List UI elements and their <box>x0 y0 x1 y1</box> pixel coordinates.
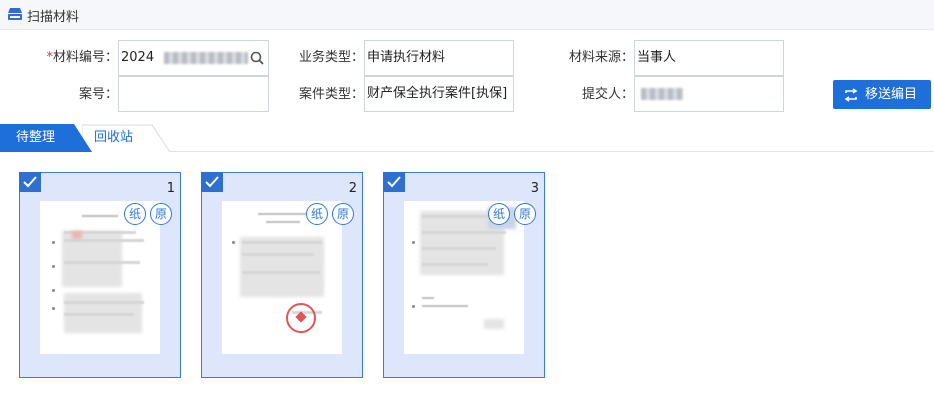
paper-badge: 纸 <box>306 203 328 225</box>
material-no-field[interactable]: 2024 <box>118 40 269 76</box>
tab-pending-label: 待整理 <box>16 130 56 145</box>
title-bar: 扫描材料 <box>0 0 934 30</box>
redacted-text <box>641 87 683 100</box>
case-no-field[interactable] <box>118 76 269 112</box>
material-no-label: *材料编号： <box>46 50 118 65</box>
page-number: 2 <box>348 181 357 196</box>
redacted-text <box>164 51 249 64</box>
page-title: 扫描材料 <box>27 10 80 25</box>
business-type-field[interactable]: 申请执行材料 <box>364 40 514 76</box>
page-thumbnail <box>40 201 160 354</box>
case-type-field[interactable]: 财产保全执行案件[执保] <box>364 76 514 112</box>
swap-arrows-icon <box>844 88 858 102</box>
material-no-value: 2024 <box>121 50 155 65</box>
search-icon[interactable] <box>250 51 264 65</box>
source-label: 材料来源： <box>568 50 634 65</box>
page-card[interactable]: 1 纸 原 <box>19 172 181 378</box>
page-checkbox[interactable] <box>201 172 223 192</box>
page-number: 1 <box>166 181 175 196</box>
checkmark-icon <box>387 176 401 188</box>
case-no-label: 案号： <box>78 87 118 102</box>
tab-bar: 回收站 待整理 <box>0 124 934 152</box>
paper-badge: 纸 <box>488 203 510 225</box>
tab-pending[interactable]: 待整理 <box>0 124 92 152</box>
page-thumbnail <box>222 201 342 354</box>
page-number: 3 <box>530 181 539 196</box>
seal-stamp <box>286 303 316 333</box>
page-card[interactable]: 2 纸 原 <box>201 172 363 378</box>
case-type-label: 案件类型： <box>298 87 364 102</box>
submitter-label: 提交人： <box>581 87 634 102</box>
submitter-field[interactable] <box>634 76 784 112</box>
tab-recycle-bin[interactable]: 回收站 <box>82 124 172 152</box>
source-field[interactable]: 当事人 <box>634 40 784 76</box>
original-badge: 原 <box>150 203 172 225</box>
page-checkbox[interactable] <box>19 172 41 192</box>
page-checkbox[interactable] <box>383 172 405 192</box>
tab-recycle-bin-label: 回收站 <box>94 130 134 145</box>
business-type-label: 业务类型： <box>298 50 364 65</box>
checkmark-icon <box>205 176 219 188</box>
checkmark-icon <box>23 176 37 188</box>
page-card[interactable]: 3 纸 原 <box>383 172 545 378</box>
original-badge: 原 <box>514 203 536 225</box>
page-thumbnail <box>404 201 524 354</box>
original-badge: 原 <box>332 203 354 225</box>
scanner-icon <box>8 8 22 20</box>
transfer-to-catalog-button[interactable]: 移送编目 <box>833 80 931 109</box>
paper-badge: 纸 <box>124 203 146 225</box>
